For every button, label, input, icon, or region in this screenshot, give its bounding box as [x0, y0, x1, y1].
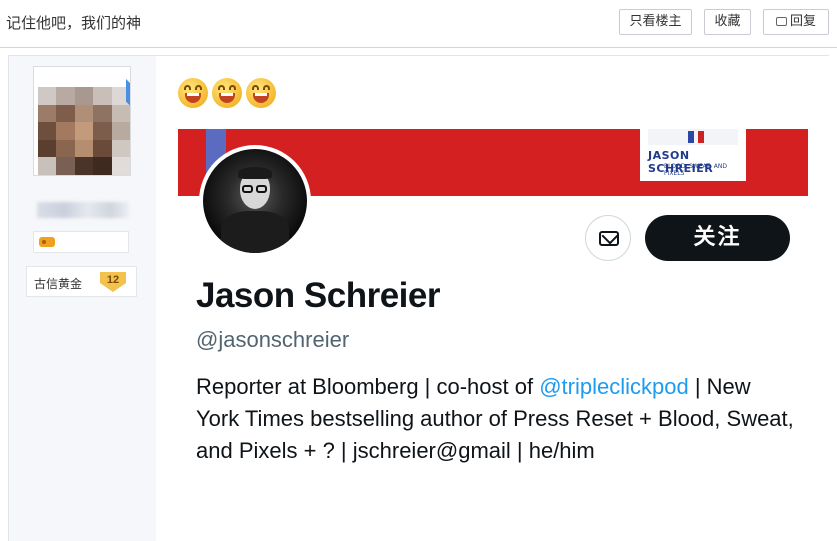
level-badge: 12: [100, 272, 126, 292]
thread-header: 记住他吧，我们的神 只看楼主 收藏 回复: [0, 0, 837, 48]
profile-avatar[interactable]: [199, 145, 311, 257]
avatar[interactable]: 楼主: [33, 66, 131, 176]
collect-button[interactable]: 收藏: [704, 9, 751, 35]
op-badge: 楼主: [126, 79, 130, 121]
mention-link[interactable]: @tripleclickpod: [539, 374, 689, 399]
author-panel: 楼主 古信黄金 12: [9, 56, 156, 541]
book-subtitle: BLOOD, SWEAT, AND PIXELS: [664, 163, 727, 177]
only-op-button[interactable]: 只看楼主: [619, 9, 692, 35]
rank-badge-box[interactable]: 古信黄金 12: [26, 266, 137, 297]
twitter-profile-card: JASON SCHREIER BLOOD, SWEAT, AND PIXELS …: [178, 129, 808, 541]
profile-bio: Reporter at Bloomberg | co-host of @trip…: [196, 371, 796, 467]
rank-name: 古信黄金: [34, 277, 83, 291]
username-blurred[interactable]: [37, 202, 129, 218]
display-name: Jason Schreier: [196, 276, 440, 315]
gamepad-icon: [39, 237, 55, 247]
user-handle: @jasonschreier: [196, 327, 350, 352]
post-content: JASON SCHREIER BLOOD, SWEAT, AND PIXELS …: [156, 56, 830, 541]
op-ribbon: 楼主: [126, 67, 130, 121]
grin-emoji-icon: [246, 78, 276, 108]
grin-emoji-icon: [212, 78, 242, 108]
comment-icon: [775, 17, 787, 26]
reply-button[interactable]: 回复: [763, 9, 829, 35]
book-cover: JASON SCHREIER BLOOD, SWEAT, AND PIXELS: [640, 129, 746, 181]
follow-button[interactable]: 关注: [645, 215, 790, 261]
message-button[interactable]: [585, 215, 631, 261]
bio-text-1: Reporter at Bloomberg | co-host of: [196, 374, 540, 399]
avatar-mosaic: [38, 87, 130, 175]
grin-emoji-icon: [178, 78, 208, 108]
game-badge[interactable]: [33, 231, 129, 253]
thread-title: 记住他吧，我们的神: [6, 14, 142, 32]
post: 楼主 古信黄金 12 JASON SCHREIER BLOOD, SWEAT, …: [8, 55, 830, 541]
emoji-row: [178, 78, 280, 114]
reply-label: 回复: [789, 14, 816, 29]
envelope-icon: [599, 231, 619, 246]
